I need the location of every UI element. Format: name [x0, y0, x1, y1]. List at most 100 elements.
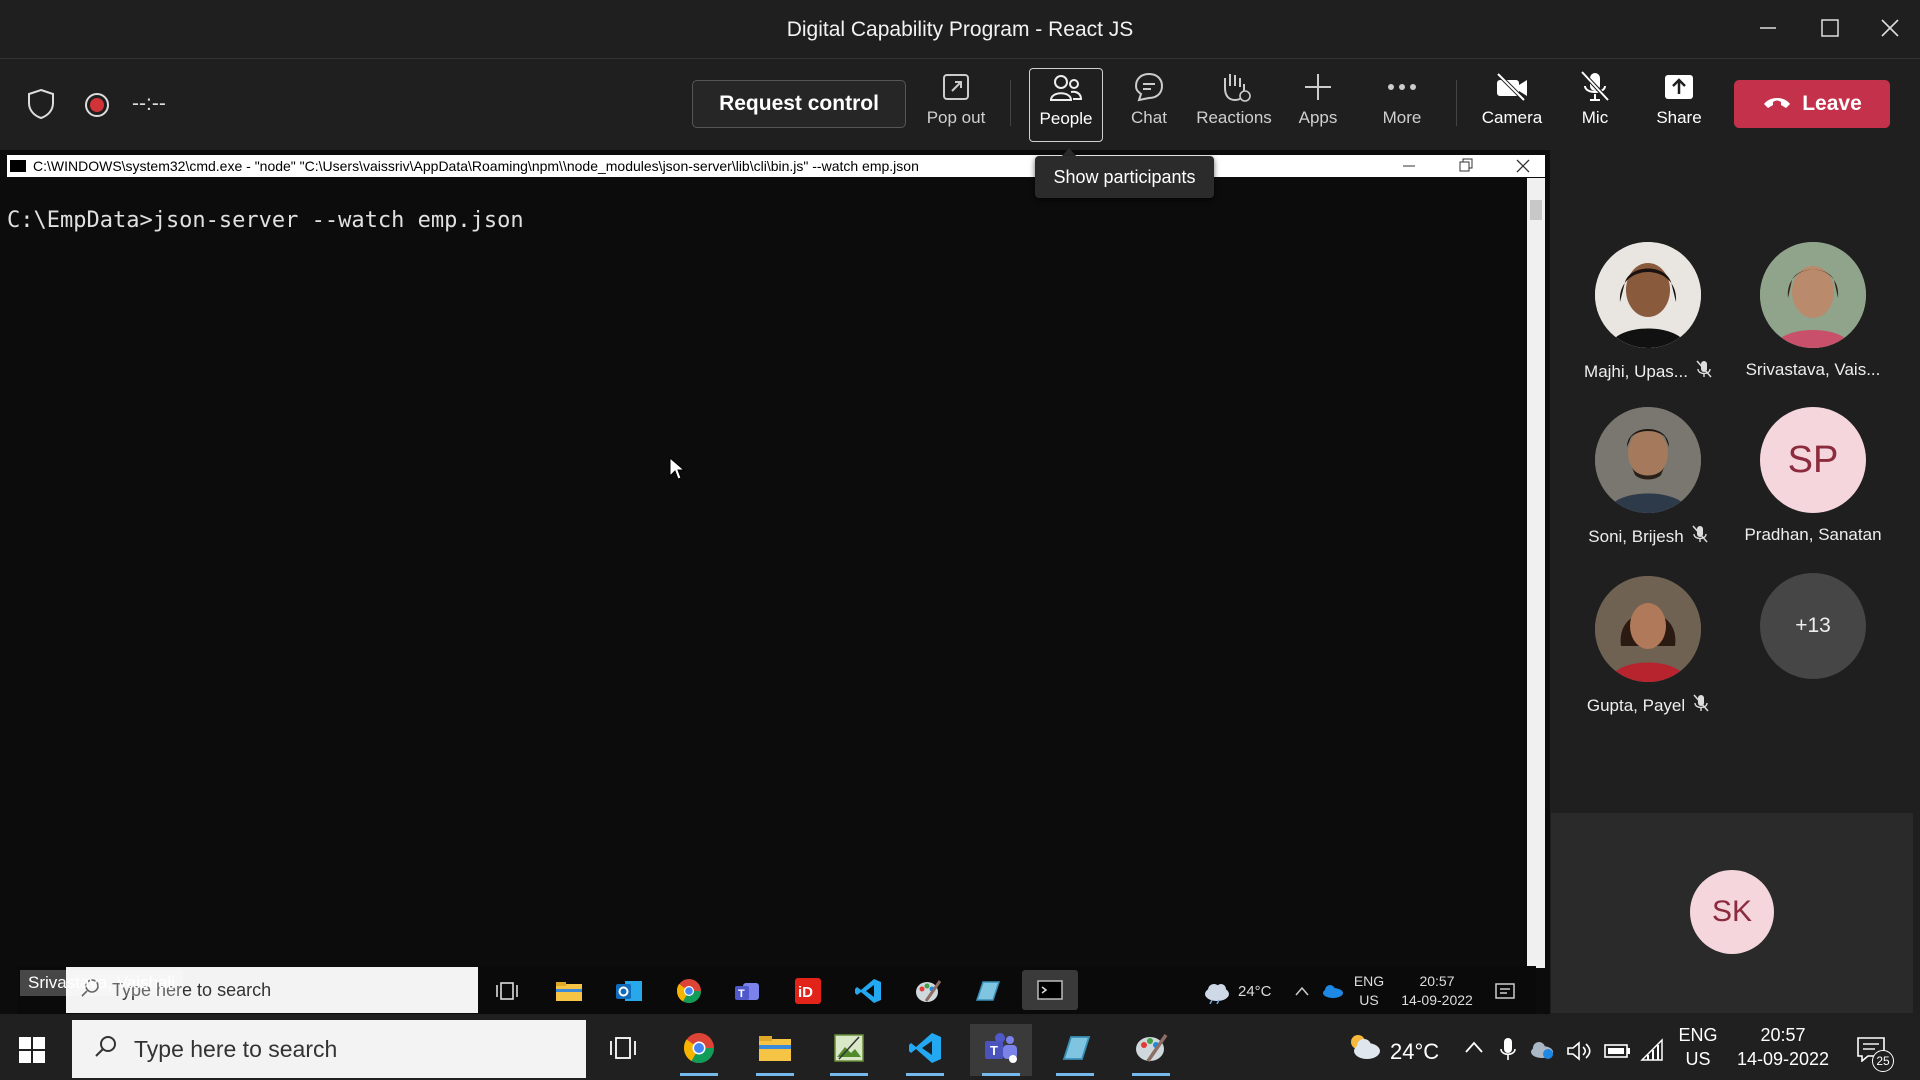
- file-explorer-icon: [758, 1034, 792, 1067]
- request-control-button[interactable]: Request control: [692, 80, 906, 128]
- cmd-icon: [10, 160, 26, 172]
- camera-label: Camera: [1481, 108, 1543, 127]
- taskbar-temperature: 24°C: [1390, 1039, 1440, 1064]
- task-view-icon: [490, 974, 524, 1008]
- close-button[interactable]: [1870, 10, 1910, 46]
- shield-icon: [26, 88, 56, 125]
- participant-tile[interactable]: Gupta, Payel: [1568, 576, 1728, 741]
- weather-icon: [1346, 1030, 1382, 1067]
- camera-off-icon: [1494, 68, 1530, 106]
- participant-tile[interactable]: Soni, Brijesh: [1568, 407, 1728, 572]
- teams-icon: T: [983, 1032, 1019, 1069]
- notification-count-badge: 25: [1872, 1050, 1894, 1072]
- paint-icon: [1134, 1031, 1168, 1070]
- cmd-scrollbar-thumb: [1530, 200, 1542, 220]
- share-label: Share: [1656, 108, 1702, 127]
- camera-button[interactable]: Camera: [1472, 68, 1552, 140]
- mic-off-icon: [1579, 68, 1611, 106]
- shared-lang-bottom: US: [1359, 992, 1379, 1008]
- file-explorer-icon: [552, 974, 586, 1008]
- divider: [1456, 80, 1457, 126]
- taskbar-time: 20:57: [1760, 1025, 1806, 1045]
- shared-lang-top: ENG: [1353, 973, 1385, 989]
- task-view-icon: [609, 1035, 637, 1066]
- participant-tile[interactable]: Majhi, Upas...: [1568, 242, 1728, 407]
- pop-out-button[interactable]: Pop out: [917, 68, 995, 140]
- taskbar-teams[interactable]: T: [970, 1024, 1032, 1076]
- snipping-tool-icon: [1059, 1033, 1091, 1068]
- apps-label: Apps: [1298, 108, 1338, 127]
- svg-text:T: T: [738, 988, 745, 1000]
- divider: [1010, 80, 1011, 126]
- task-view-button[interactable]: [592, 1024, 654, 1076]
- chat-icon: [1133, 68, 1165, 106]
- chrome-icon: [672, 974, 706, 1008]
- notification-center-button[interactable]: 25: [1856, 1036, 1894, 1072]
- participant-name: Srivastava, Vais...: [1745, 360, 1881, 379]
- avatar: [1595, 242, 1701, 348]
- pop-out-label: Pop out: [926, 108, 986, 127]
- wifi-icon[interactable]: [1640, 1038, 1666, 1067]
- onedrive-sync-icon: [1528, 1040, 1554, 1065]
- taskbar-chrome[interactable]: [668, 1024, 730, 1076]
- cmd-taskbar-icon: [1022, 970, 1078, 1010]
- leave-button[interactable]: Leave: [1734, 80, 1890, 128]
- windows-logo-icon: [19, 1037, 45, 1063]
- shared-time: 20:57: [1419, 973, 1455, 989]
- shared-clock: 20:57 14-09-2022: [1396, 972, 1478, 1010]
- self-avatar: SK: [1690, 870, 1774, 954]
- app-id-icon: iD: [791, 974, 825, 1008]
- reactions-label: Reactions: [1196, 108, 1272, 127]
- cmd-window-title: C:\WINDOWS\system32\cmd.exe - "node" "C:…: [33, 158, 919, 174]
- taskbar-snipping-tool[interactable]: [1044, 1024, 1106, 1076]
- weather-icon: [1202, 980, 1232, 1009]
- avatar: [1760, 242, 1866, 348]
- maximize-button[interactable]: [1810, 10, 1850, 46]
- participant-name: Gupta, Payel: [1586, 695, 1686, 715]
- apps-button[interactable]: Apps: [1280, 68, 1356, 140]
- avatar: [1595, 407, 1701, 513]
- chevron-up-icon[interactable]: [1464, 1040, 1484, 1059]
- recording-icon: [84, 92, 110, 123]
- mic-off-icon: [1692, 525, 1708, 548]
- taskbar-language[interactable]: ENG US: [1676, 1023, 1720, 1071]
- raise-hand-icon: [1217, 68, 1251, 106]
- share-button[interactable]: Share: [1641, 68, 1717, 140]
- reactions-button[interactable]: Reactions: [1192, 68, 1276, 140]
- chat-button[interactable]: Chat: [1110, 68, 1188, 140]
- mic-button[interactable]: Mic: [1557, 68, 1633, 140]
- taskbar-clock[interactable]: 20:57 14-09-2022: [1732, 1023, 1834, 1071]
- taskbar-lang-bottom: US: [1685, 1049, 1711, 1069]
- cmd-scrollbar: [1527, 178, 1545, 968]
- maximize-icon: [1821, 19, 1839, 37]
- search-icon: [94, 1034, 118, 1064]
- cmd-window-titlebar: C:\WINDOWS\system32\cmd.exe - "node" "C:…: [7, 155, 1545, 177]
- taskbar-paint[interactable]: [1120, 1024, 1182, 1076]
- taskbar-search-box[interactable]: Type here to search: [72, 1020, 586, 1078]
- mic-off-icon: [1693, 694, 1709, 717]
- participant-tile[interactable]: SP Pradhan, Sanatan: [1733, 407, 1893, 572]
- mouse-cursor-icon: [668, 456, 686, 487]
- taskbar-file-explorer[interactable]: [744, 1024, 806, 1076]
- chat-label: Chat: [1131, 108, 1167, 127]
- taskbar-image-app[interactable]: [818, 1024, 880, 1076]
- participant-tile[interactable]: Srivastava, Vais...: [1733, 242, 1893, 407]
- mic-label: Mic: [1581, 108, 1609, 127]
- outlook-icon: [612, 974, 646, 1008]
- people-button[interactable]: People: [1029, 68, 1103, 142]
- presenter-name: Srivastava, Vaishali: [20, 970, 184, 996]
- participant-overflow[interactable]: +13: [1733, 573, 1893, 738]
- people-icon: [1049, 69, 1083, 107]
- minimize-button[interactable]: [1748, 10, 1788, 46]
- more-button[interactable]: More: [1364, 68, 1440, 140]
- teams-icon: T: [731, 974, 765, 1008]
- hang-up-icon: [1762, 92, 1792, 116]
- battery-icon: [1604, 1043, 1632, 1064]
- cmd-restore-icon: [1455, 155, 1475, 177]
- vscode-icon: [851, 974, 885, 1008]
- chrome-icon: [682, 1031, 716, 1070]
- window-title: Digital Capability Program - React JS: [786, 18, 1134, 41]
- windows-start-button[interactable]: [18, 1036, 46, 1069]
- volume-icon[interactable]: [1566, 1040, 1594, 1067]
- taskbar-vscode[interactable]: [894, 1024, 956, 1076]
